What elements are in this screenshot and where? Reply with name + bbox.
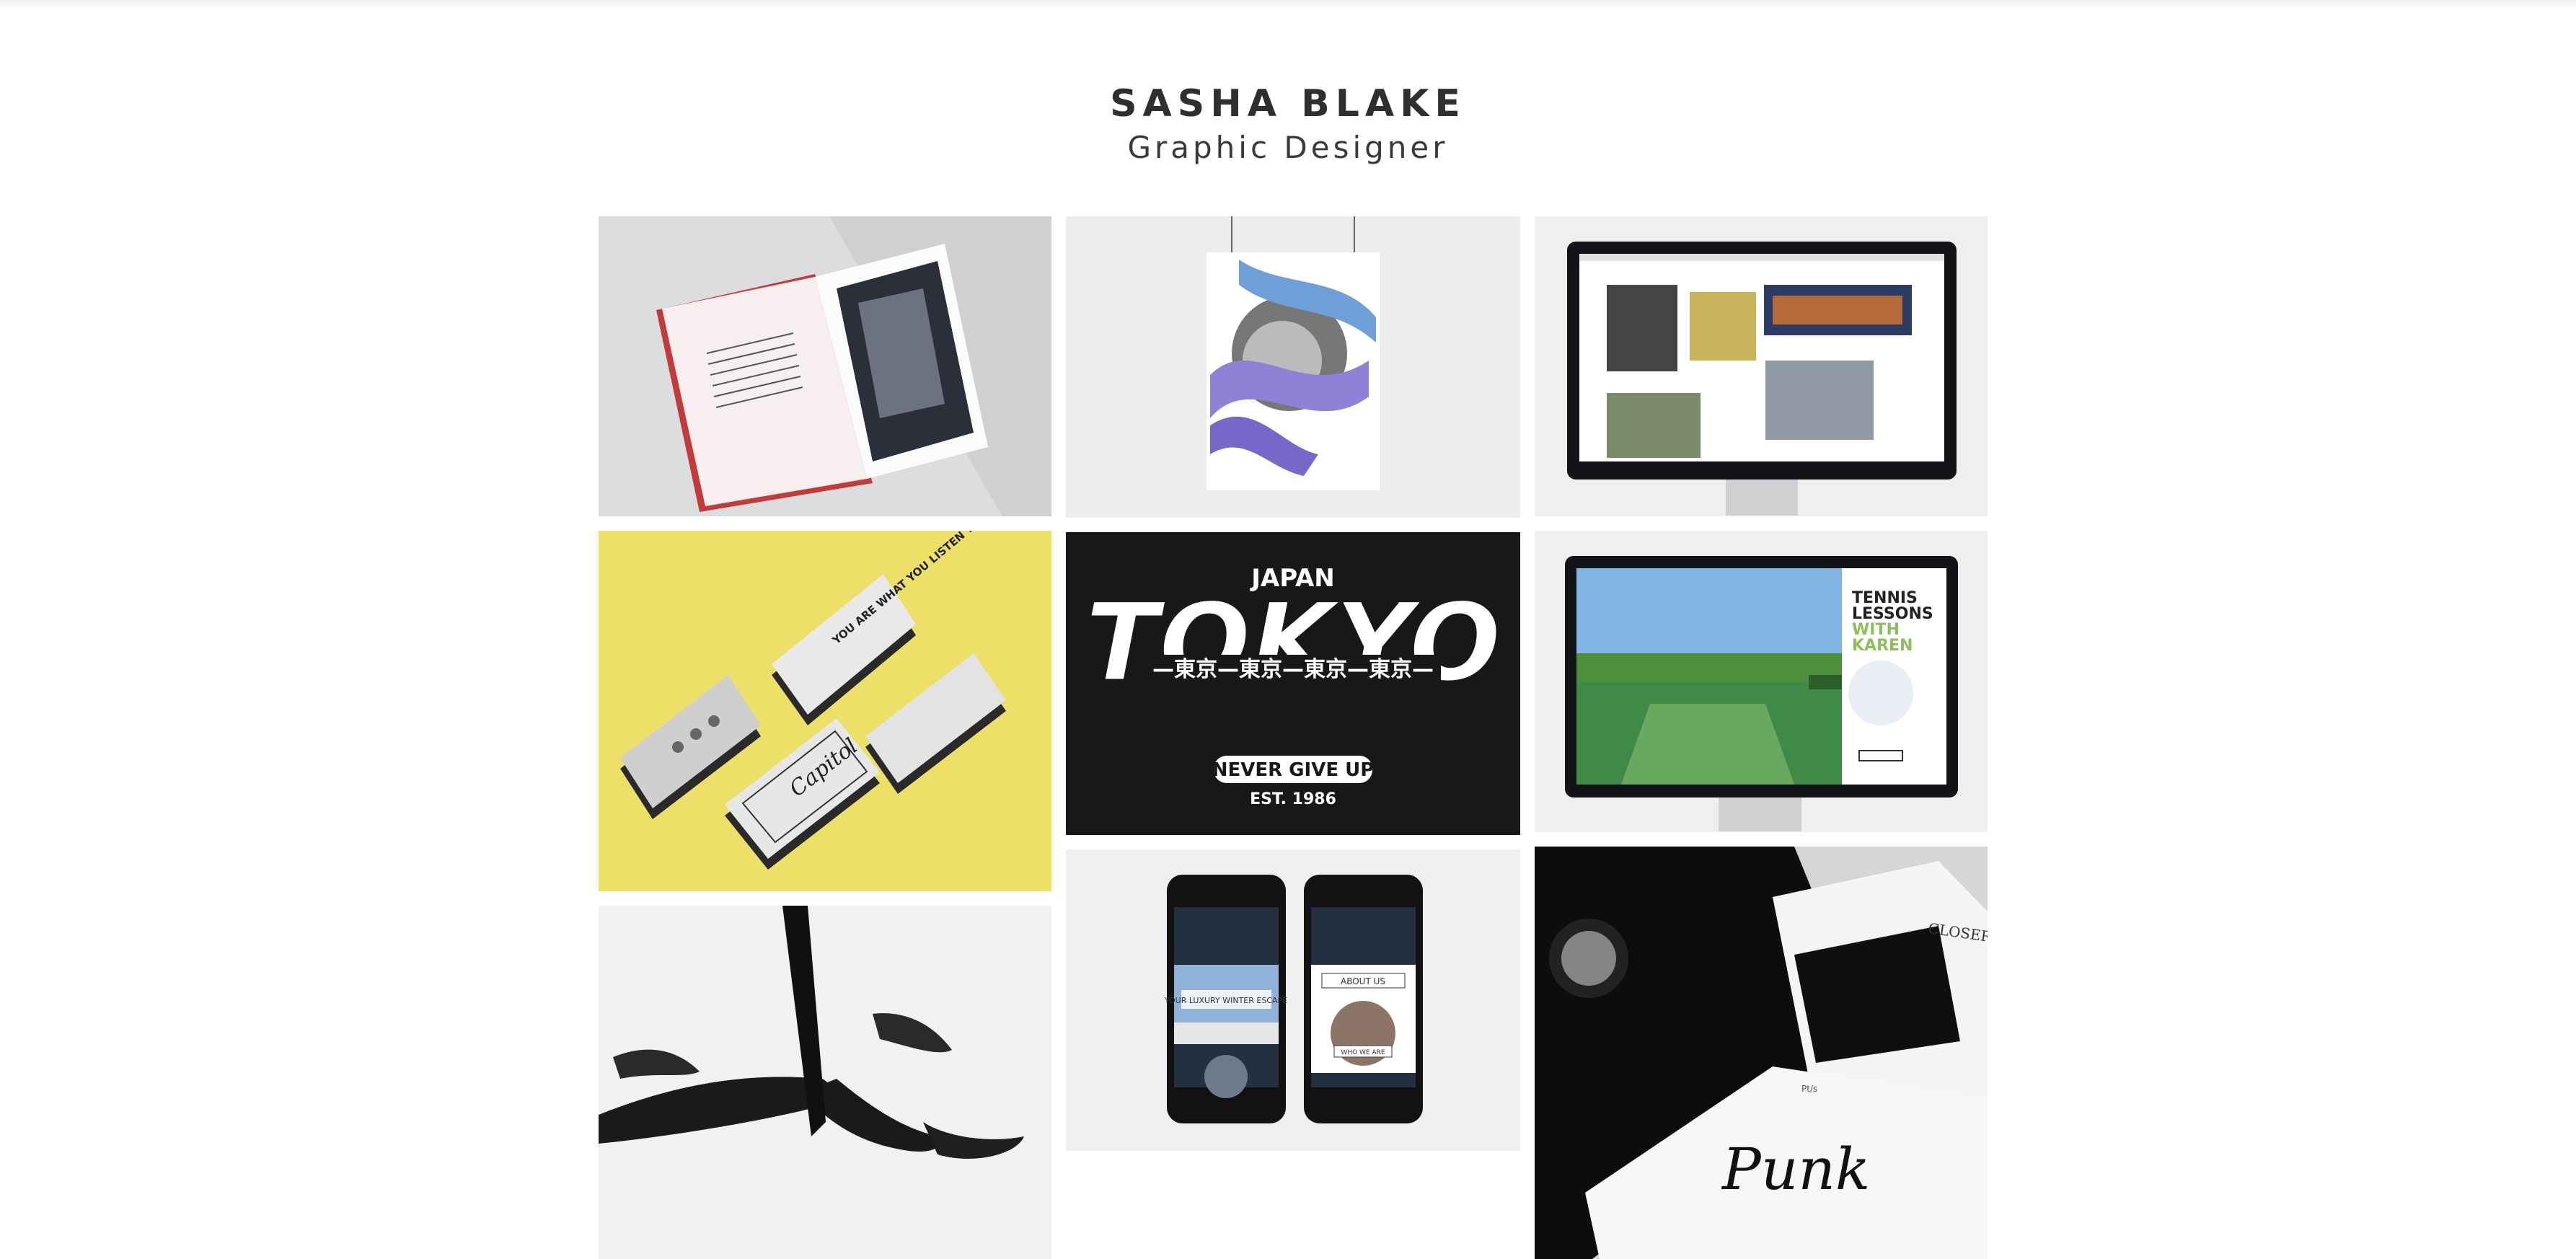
gallery-item-poster[interactable] [1066,216,1520,518]
gallery-item-tennis-website[interactable]: TENNIS LESSONS WITH KAREN [1535,531,1988,832]
stationery-script: Punk [1721,1136,1870,1203]
site-header: SASHA BLAKE Graphic Designer [0,79,2576,167]
phone1-banner: YOUR LUXURY WINTER ESCAPE [1164,996,1287,1005]
tennis-image: TENNIS LESSONS WITH KAREN [1535,531,1988,832]
stationery-image: CLOSER Punk Pt/s [1535,847,1988,1259]
tennis-heading-4: KAREN [1852,637,1913,655]
gallery-item-website-monitor[interactable] [1535,216,1988,516]
monitor-image [1535,216,1988,516]
site-title[interactable]: SASHA BLAKE [0,79,2576,128]
site-subtitle: Graphic Designer [1127,130,1449,165]
gallery-item-stationery[interactable]: CLOSER Punk Pt/s [1535,847,1988,1259]
tokyo-image: JAPAN TOKYO —東京—東京—東京—東京— NEVER GIVE UP … [1066,532,1520,835]
poster-image [1066,216,1520,518]
stationery-small: Pt/s [1801,1084,1817,1094]
calligraphy-image [599,906,1051,1259]
phone2-sub: WHO WE ARE [1341,1049,1385,1056]
gallery-item-business-cards[interactable]: YOU ARE WHAT YOU LISTEN TO Capitol [599,531,1051,891]
book-image [599,216,1051,516]
tokyo-line3: —東京—東京—東京—東京— [1152,657,1434,682]
cards-image: YOU ARE WHAT YOU LISTEN TO Capitol [599,531,1051,891]
phone2-banner: ABOUT US [1341,976,1385,986]
top-shadow [0,0,2576,10]
tokyo-line5: EST. 1986 [1250,790,1336,808]
gallery-item-mobile[interactable]: YOUR LUXURY WINTER ESCAPE ABOUT US WHO W… [1066,849,1520,1151]
gallery-item-tokyo[interactable]: JAPAN TOKYO —東京—東京—東京—東京— NEVER GIVE UP … [1066,532,1520,835]
tokyo-line2: TOKYO [1085,580,1501,706]
gallery-item-calligraphy[interactable] [599,906,1051,1259]
tokyo-line4: NEVER GIVE UP [1212,759,1375,781]
gallery-item-book[interactable] [599,216,1051,516]
mobile-image: YOUR LUXURY WINTER ESCAPE ABOUT US WHO W… [1066,849,1520,1151]
